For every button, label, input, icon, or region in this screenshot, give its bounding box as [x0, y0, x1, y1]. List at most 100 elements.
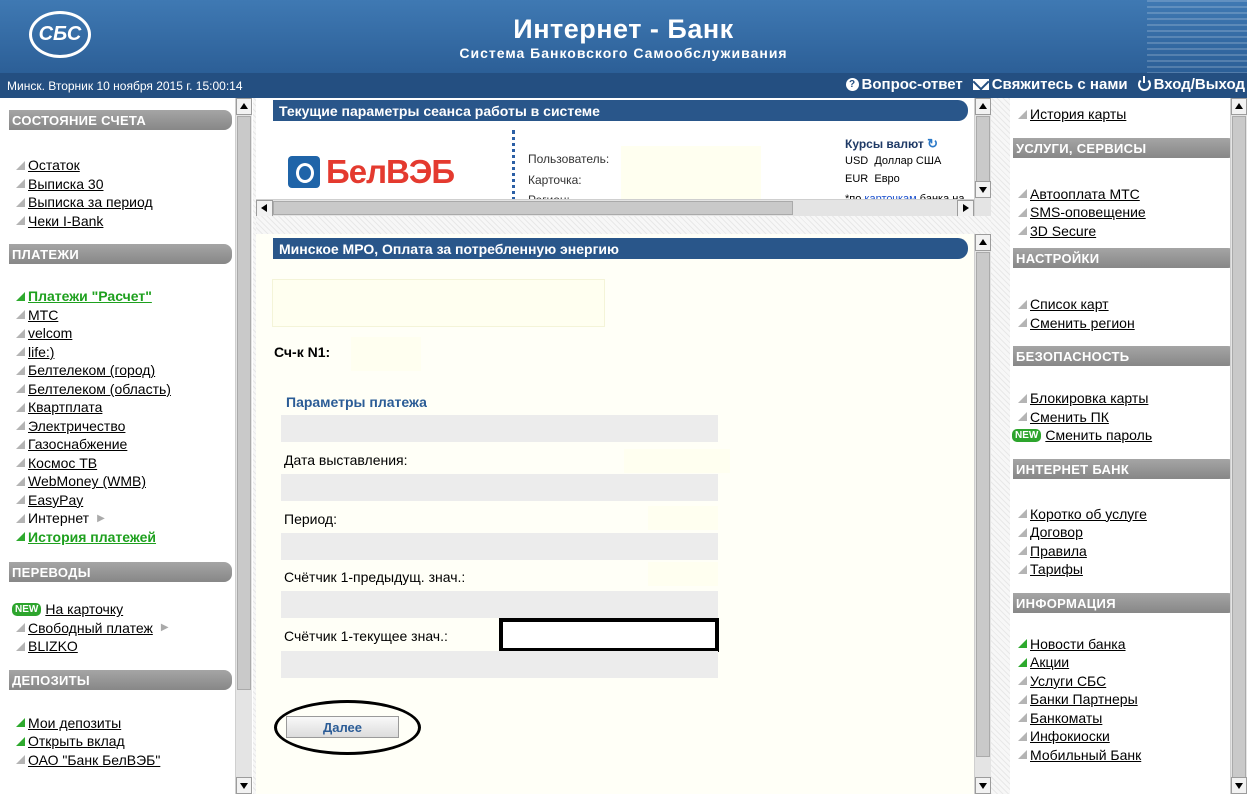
sidebar-item-tariffs[interactable]: Тарифы	[1018, 560, 1247, 579]
sidebar-item-ibank-receipts[interactable]: Чеки I-Bank	[16, 212, 255, 231]
sidebar-item-statement-30[interactable]: Выписка 30	[16, 175, 255, 194]
sidebar-item-internet[interactable]: Интернет ▶	[16, 509, 255, 528]
contact-link[interactable]: Свяжитесь с нами	[972, 76, 1128, 93]
sidebar-item-label[interactable]: Тарифы	[1030, 561, 1083, 577]
sidebar-item-sms[interactable]: SMS-оповещение	[1018, 203, 1247, 222]
sidebar-item-label[interactable]: Правила	[1030, 543, 1087, 559]
sidebar-item-rent[interactable]: Квартплата	[16, 398, 255, 417]
scroll-up-button[interactable]	[975, 98, 991, 115]
sidebar-item-label[interactable]: velcom	[28, 325, 72, 341]
sidebar-item-sbs-services[interactable]: Услуги СБС	[1018, 672, 1247, 691]
sidebar-item-label[interactable]: История платежей	[28, 529, 156, 545]
sidebar-item-mts[interactable]: МТС	[16, 306, 255, 325]
sidebar-item-label[interactable]: МТС	[28, 307, 58, 323]
sidebar-item-label[interactable]: Открыть вклад	[28, 733, 125, 749]
sidebar-item-mobile-bank[interactable]: Мобильный Банк	[1018, 746, 1247, 765]
sidebar-item-label[interactable]: BLIZKO	[28, 638, 78, 654]
sidebar-item-label[interactable]: life:)	[28, 344, 54, 360]
sidebar-item-bank-news[interactable]: Новости банка	[1018, 635, 1247, 654]
sidebar-item-open-deposit[interactable]: Открыть вклад	[16, 732, 255, 751]
sidebar-item-beltelecom-city[interactable]: Белтелеком (город)	[16, 361, 255, 380]
scroll-down-button[interactable]	[975, 777, 991, 794]
session-hscrollbar[interactable]	[256, 199, 974, 217]
sidebar-item-partner-banks[interactable]: Банки Партнеры	[1018, 690, 1247, 709]
sidebar-item-label[interactable]: Чеки I-Bank	[28, 213, 103, 229]
sidebar-item-about-service[interactable]: Коротко об услуге	[1018, 505, 1247, 524]
sidebar-item-easypay[interactable]: EasyPay	[16, 491, 255, 510]
sidebar-item-change-pk[interactable]: Сменить ПК	[1018, 408, 1247, 427]
current-reading-input[interactable]	[499, 618, 719, 652]
left-scrollbar[interactable]	[235, 98, 252, 794]
sidebar-item-blizko[interactable]: BLIZKO	[12, 637, 255, 656]
sidebar-item-label[interactable]: Квартплата	[28, 399, 102, 415]
right-scrollbar[interactable]	[1230, 98, 1247, 794]
sidebar-item-change-password[interactable]: NEW Сменить пароль	[1012, 426, 1247, 445]
sidebar-item-to-card[interactable]: NEW На карточку	[12, 600, 255, 619]
sidebar-item-label[interactable]: Остаток	[28, 157, 80, 173]
sidebar-item-label[interactable]: Блокировка карты	[1030, 390, 1148, 406]
refresh-icon[interactable]: ↻	[927, 136, 938, 151]
sidebar-item-card-history[interactable]: История карты	[1018, 105, 1247, 124]
sidebar-item-label[interactable]: Космос ТВ	[28, 455, 97, 471]
sidebar-item-label[interactable]: Мобильный Банк	[1030, 747, 1141, 763]
scroll-up-button[interactable]	[236, 98, 252, 115]
sidebar-item-label[interactable]: Сменить пароль	[1045, 427, 1152, 443]
sidebar-item-label[interactable]: Новости банка	[1030, 636, 1126, 652]
sidebar-item-webmoney[interactable]: WebMoney (WMB)	[16, 472, 255, 491]
sidebar-item-beltelecom-region[interactable]: Белтелеком (область)	[16, 380, 255, 399]
sidebar-item-label[interactable]: Свободный платеж	[28, 620, 153, 636]
scroll-down-button[interactable]	[236, 777, 252, 794]
scroll-thumb[interactable]	[237, 116, 251, 690]
sidebar-item-label[interactable]: Инфокиоски	[1030, 728, 1110, 744]
sidebar-item-free-payment[interactable]: Свободный платеж ▶	[12, 619, 255, 638]
scroll-down-button[interactable]	[975, 181, 991, 198]
sidebar-item-atms[interactable]: Банкоматы	[1018, 709, 1247, 728]
sidebar-item-balance[interactable]: Остаток	[16, 156, 255, 175]
sidebar-item-raschet[interactable]: Платежи "Расчет"	[16, 287, 255, 306]
sidebar-item-label[interactable]: WebMoney (WMB)	[28, 473, 146, 489]
sidebar-item-life[interactable]: life:)	[16, 343, 255, 362]
sidebar-item-3d-secure[interactable]: 3D Secure	[1018, 222, 1247, 241]
sidebar-item-label[interactable]: Белтелеком (город)	[28, 362, 155, 378]
sidebar-item-kiosks[interactable]: Инфокиоски	[1018, 727, 1247, 746]
sidebar-item-label[interactable]: Банкоматы	[1030, 710, 1102, 726]
sidebar-item-mts-autopay[interactable]: Автооплата МТС	[1018, 185, 1247, 204]
sidebar-item-label[interactable]: Мои депозиты	[28, 715, 121, 731]
sidebar-item-payment-history[interactable]: История платежей	[16, 528, 255, 547]
scroll-down-button[interactable]	[1231, 777, 1247, 794]
sidebar-item-bank-belveb[interactable]: ОАО "Банк БелВЭБ"	[16, 751, 255, 770]
scroll-up-button[interactable]	[975, 234, 991, 251]
sidebar-item-label[interactable]: Банки Партнеры	[1030, 691, 1138, 707]
scroll-thumb[interactable]	[976, 252, 990, 757]
sidebar-item-label[interactable]: Услуги СБС	[1030, 673, 1106, 689]
sidebar-item-block-card[interactable]: Блокировка карты	[1018, 389, 1247, 408]
sidebar-item-label[interactable]: SMS-оповещение	[1030, 204, 1146, 220]
sidebar-item-label[interactable]: Выписка 30	[28, 176, 103, 192]
next-button[interactable]: Далее	[286, 716, 399, 738]
scroll-right-button[interactable]	[957, 200, 974, 217]
sidebar-item-contract[interactable]: Договор	[1018, 523, 1247, 542]
sidebar-item-label[interactable]: Интернет	[28, 510, 89, 526]
sidebar-item-label[interactable]: Платежи "Расчет"	[28, 288, 152, 304]
sidebar-item-promotions[interactable]: Акции	[1018, 653, 1247, 672]
sidebar-item-label[interactable]: Белтелеком (область)	[28, 381, 171, 397]
login-logout-link[interactable]: Вход/Выход	[1137, 76, 1245, 93]
sidebar-item-label[interactable]: Коротко об услуге	[1030, 506, 1147, 522]
sidebar-item-label[interactable]: ОАО "Банк БелВЭБ"	[28, 752, 160, 768]
sidebar-item-card-list[interactable]: Список карт	[1018, 295, 1247, 314]
sidebar-item-gas[interactable]: Газоснабжение	[16, 435, 255, 454]
sidebar-item-velcom[interactable]: velcom	[16, 324, 255, 343]
sidebar-item-electricity[interactable]: Электричество	[16, 417, 255, 436]
sidebar-item-change-region[interactable]: Сменить регион	[1018, 314, 1247, 333]
sidebar-item-label[interactable]: История карты	[1030, 106, 1126, 122]
sidebar-item-label[interactable]: На карточку	[45, 601, 123, 617]
sidebar-item-label[interactable]: Электричество	[28, 418, 125, 434]
scroll-up-button[interactable]	[1231, 98, 1247, 115]
sidebar-item-label[interactable]: Сменить ПК	[1030, 409, 1109, 425]
sidebar-item-label[interactable]: EasyPay	[28, 492, 83, 508]
scroll-thumb[interactable]	[273, 201, 793, 215]
faq-link[interactable]: ? Вопрос-ответ	[845, 76, 963, 93]
sidebar-item-statement-period[interactable]: Выписка за период	[16, 193, 255, 212]
sidebar-item-label[interactable]: Договор	[1030, 524, 1083, 540]
payment-vscrollbar[interactable]	[974, 234, 991, 794]
